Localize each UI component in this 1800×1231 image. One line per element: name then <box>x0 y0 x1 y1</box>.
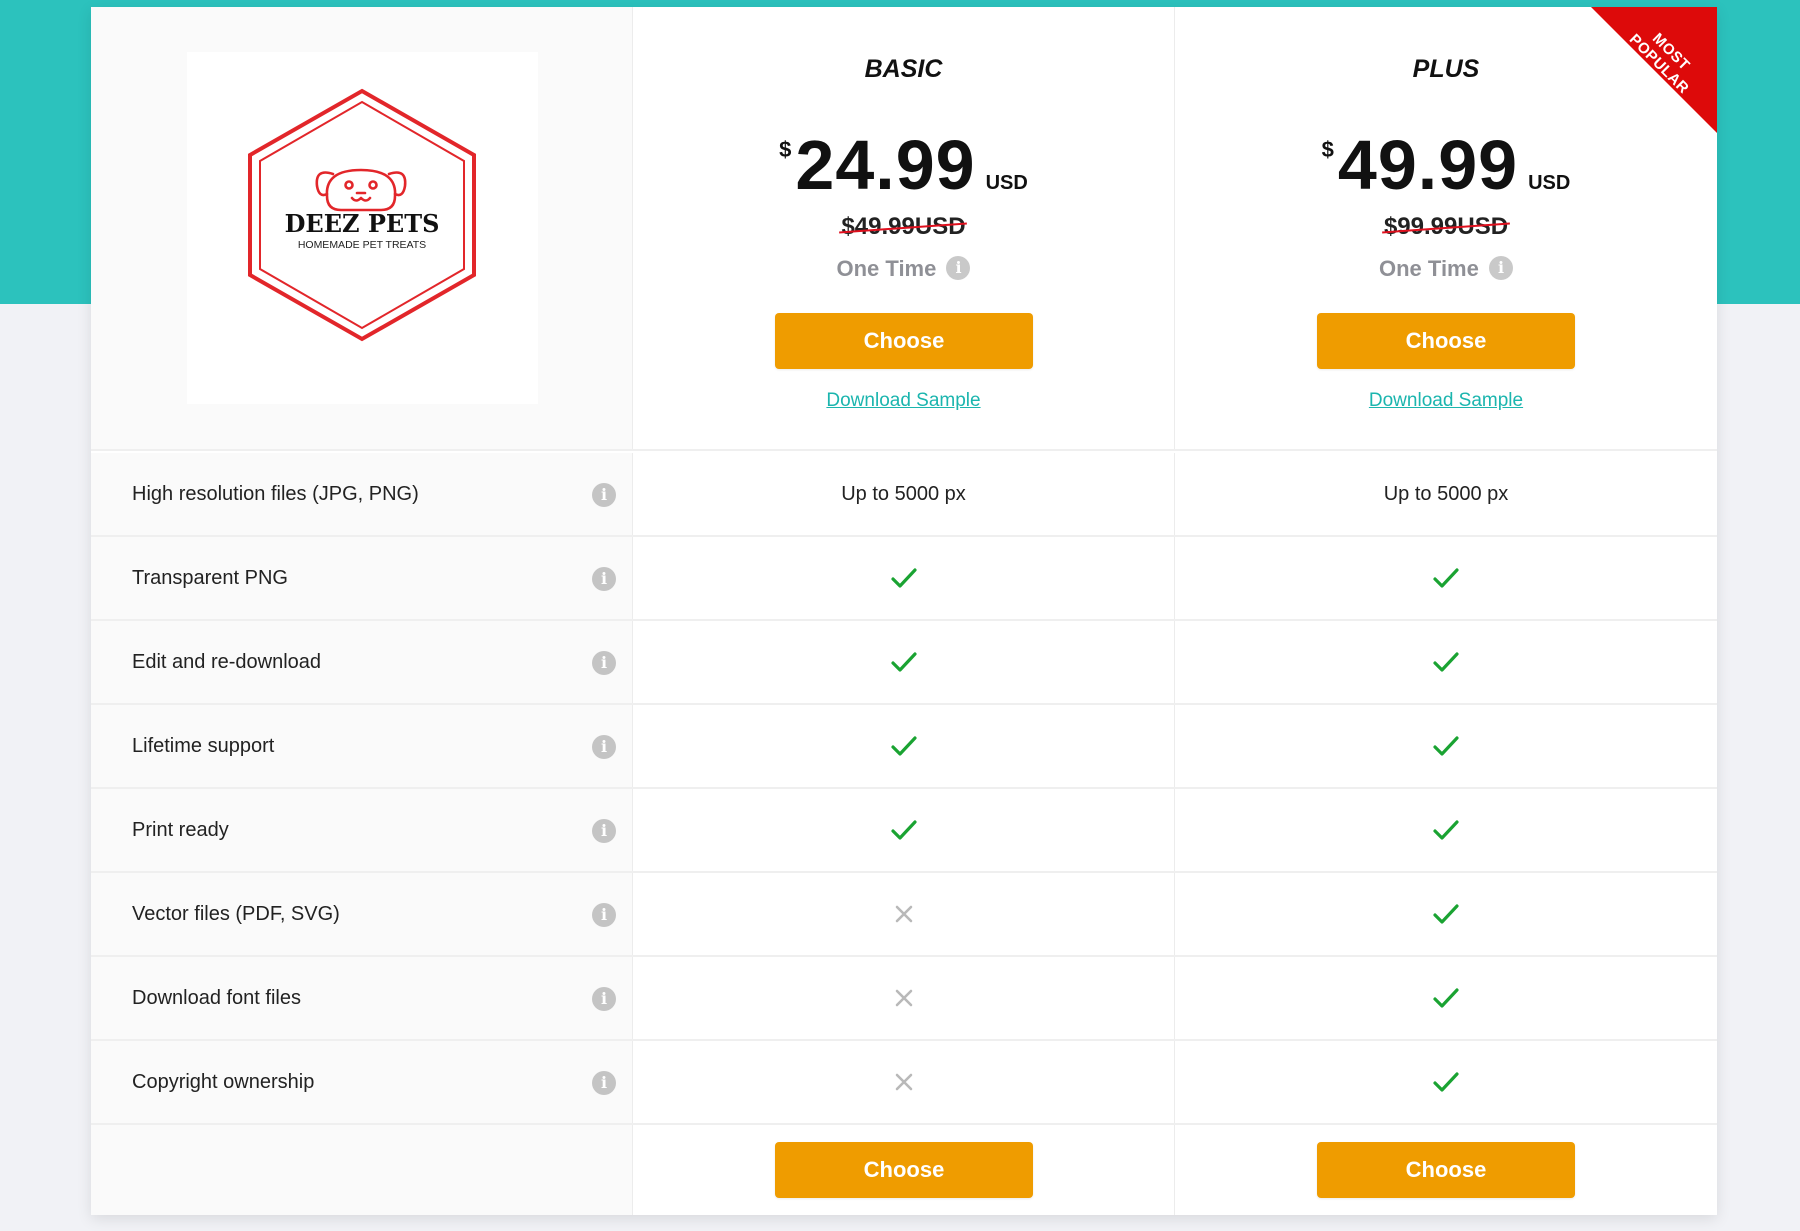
check-icon <box>1175 621 1717 703</box>
info-icon[interactable]: i <box>592 903 616 927</box>
choose-basic-button[interactable]: Choose <box>775 313 1033 369</box>
price-currency: USD <box>1528 172 1571 194</box>
info-icon[interactable]: i <box>592 567 616 591</box>
feature-label: Copyright ownership <box>132 1070 315 1093</box>
info-icon[interactable]: i <box>1488 256 1513 281</box>
feature-label: High resolution files (JPG, PNG) <box>132 482 419 505</box>
choose-plus-button[interactable]: Choose <box>1317 313 1575 369</box>
info-icon[interactable]: i <box>592 483 616 507</box>
plan-price: $49.99 USD <box>1175 125 1717 205</box>
feature-row: High resolution files (JPG, PNG) i Up to 5… <box>91 453 1717 537</box>
choose-basic-button-bottom[interactable]: Choose <box>775 1142 1033 1198</box>
check-icon <box>633 537 1174 619</box>
download-sample-link[interactable]: Download Sample <box>633 390 1174 412</box>
check-icon <box>1175 537 1717 619</box>
cross-icon <box>633 957 1174 1039</box>
cross-icon <box>633 873 1174 955</box>
most-popular-ribbon: MOST POPULAR <box>1591 7 1717 133</box>
feature-row: Lifetime support i <box>91 705 1717 789</box>
pricing-header-row: DEEZ PETS HOMEMADE PET TREATS BASIC $24.… <box>91 7 1717 451</box>
deez-pets-logo-icon: DEEZ PETS HOMEMADE PET TREATS <box>248 88 476 342</box>
pricing-footer-row: Choose Choose <box>91 1125 1717 1215</box>
info-icon[interactable]: i <box>592 735 616 759</box>
check-icon <box>1175 705 1717 787</box>
old-price: $49.99USD <box>633 213 1174 241</box>
feature-value-basic: Up to 5000 px <box>841 482 966 505</box>
info-icon[interactable]: i <box>592 1071 616 1095</box>
plan-price: $24.99 USD <box>633 125 1174 205</box>
svg-text:DEEZ PETS: DEEZ PETS <box>285 209 440 238</box>
feature-label: Vector files (PDF, SVG) <box>132 902 340 925</box>
plan-plus-header: PLUS $49.99USD $99.99USD One Time i Choo… <box>1175 7 1717 449</box>
feature-row: Vector files (PDF, SVG) i <box>91 873 1717 957</box>
cross-icon <box>633 1041 1174 1123</box>
check-icon <box>633 621 1174 703</box>
plan-name: BASIC <box>864 55 943 83</box>
check-icon <box>633 705 1174 787</box>
choose-plus-button-bottom[interactable]: Choose <box>1317 1142 1575 1198</box>
check-icon <box>1175 873 1717 955</box>
info-icon[interactable]: i <box>592 819 616 843</box>
feature-label: Print ready <box>132 818 229 841</box>
price-currency: USD <box>985 172 1028 194</box>
feature-row: Edit and re-download i <box>91 621 1717 705</box>
feature-label: Edit and re-download <box>132 650 322 673</box>
feature-row: Copyright ownership i <box>91 1041 1717 1125</box>
svg-text:HOMEMADE PET TREATS: HOMEMADE PET TREATS <box>298 239 426 251</box>
feature-label: Lifetime support <box>132 734 275 757</box>
price-currency-symbol: $ <box>779 137 792 162</box>
price-currency-symbol: $ <box>1321 137 1334 162</box>
logo-cell: DEEZ PETS HOMEMADE PET TREATS <box>91 7 633 449</box>
brand-logo: DEEZ PETS HOMEMADE PET TREATS <box>187 52 538 404</box>
check-icon <box>1175 1041 1717 1123</box>
price-amount: 49.99 <box>1337 126 1519 204</box>
info-icon[interactable]: i <box>592 651 616 675</box>
feature-row: Download font files i <box>91 957 1717 1041</box>
feature-row: Transparent PNG i <box>91 537 1717 621</box>
info-icon[interactable]: i <box>592 987 616 1011</box>
feature-row: Print ready i <box>91 789 1717 873</box>
billing-period: One Time i <box>633 256 1174 282</box>
check-icon <box>1175 957 1717 1039</box>
feature-value-plus: Up to 5000 px <box>1383 482 1509 505</box>
download-sample-link[interactable]: Download Sample <box>1175 390 1717 412</box>
plan-basic-header: BASIC $24.99 USD $49.99USD One Time i Cho… <box>633 7 1175 449</box>
old-price: $99.99USD <box>1175 213 1717 241</box>
feature-label: Transparent PNG <box>132 566 288 589</box>
billing-period: One Time i <box>1175 256 1717 282</box>
pricing-table: DEEZ PETS HOMEMADE PET TREATS BASIC $24.… <box>91 7 1717 1215</box>
feature-label: Download font files <box>132 986 301 1009</box>
check-icon <box>633 789 1174 871</box>
price-amount: 24.99 <box>795 126 976 204</box>
check-icon <box>1175 789 1717 871</box>
info-icon[interactable]: i <box>946 256 971 281</box>
